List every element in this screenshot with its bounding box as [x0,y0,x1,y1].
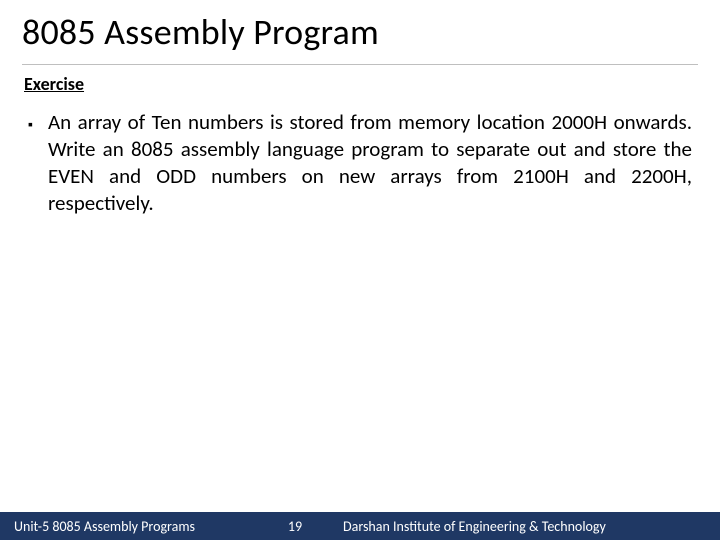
footer-unit: Unit-5 8085 Assembly Programs [14,518,195,535]
page-title: 8085 Assembly Program [22,10,698,54]
slide: 8085 Assembly Program Exercise ▪ An arra… [0,0,720,540]
bullet-icon: ▪ [28,109,48,139]
subtitle-area: Exercise [0,65,720,99]
body-area: ▪ An array of Ten numbers is stored from… [0,99,720,540]
bullet-text: An array of Ten numbers is stored from m… [48,109,692,217]
footer-page-number: 19 [265,518,325,535]
footer-institute: Darshan Institute of Engineering & Techn… [325,518,706,535]
subtitle: Exercise [24,73,696,95]
list-item: ▪ An array of Ten numbers is stored from… [28,109,692,217]
title-area: 8085 Assembly Program [0,0,720,60]
footer-bar: Unit-5 8085 Assembly Programs 19 Darshan… [0,512,720,540]
